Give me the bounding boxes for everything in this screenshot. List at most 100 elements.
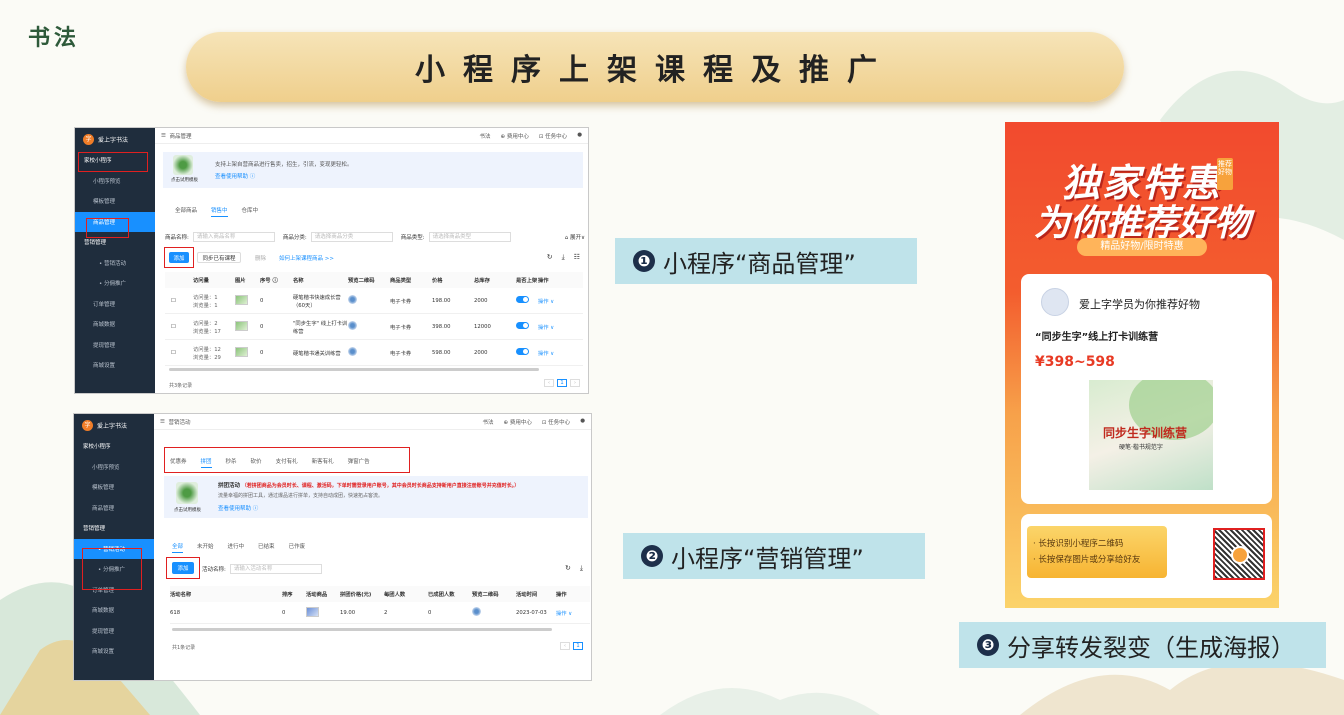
refresh-icon[interactable]: ↻	[565, 564, 571, 573]
tab-in-progress[interactable]: 进行中	[228, 542, 245, 553]
template-qr-image[interactable]	[176, 482, 198, 504]
filter-name-label: 商品名称:	[165, 235, 189, 241]
sidebar-item-mini-program[interactable]: 家校小程序	[74, 436, 154, 457]
sidebar-item-commission[interactable]: • 分佣推广	[75, 273, 155, 294]
tip-panel: 点击试用模板 拼团活动 （若拼团商品为会员时长、课程、激活码，下单时需登录用户账…	[164, 476, 588, 518]
template-caption: 点击试用模板	[171, 178, 198, 183]
top-link-tasks[interactable]: ⊡ 任务中心	[542, 418, 570, 426]
mini-program-qr-code[interactable]	[1213, 528, 1265, 580]
activity-name-input[interactable]: 请输入活动名称	[229, 564, 322, 574]
columns-icon[interactable]: ☷	[574, 253, 580, 262]
listing-toggle[interactable]	[516, 322, 529, 329]
sidebar-item-mall-settings[interactable]: 商城设置	[74, 641, 154, 662]
menu-toggle-icon[interactable]: ☰	[160, 419, 168, 425]
step-text-2: 小程序“营销管理”	[671, 544, 864, 573]
row-checkbox[interactable]: ☐	[165, 324, 193, 330]
top-link-billing[interactable]: ⊕ 费用中心	[500, 132, 528, 140]
table-scrollbar[interactable]	[169, 368, 539, 371]
filter-name-input[interactable]: 请输入商品名称	[192, 232, 275, 242]
template-qr-image[interactable]	[173, 155, 193, 175]
user-avatar	[1041, 288, 1069, 316]
total-records: 共1条记录	[172, 645, 196, 651]
qr-center-logo	[1231, 546, 1249, 564]
highlight-add-button	[164, 247, 194, 268]
preview-qr-icon[interactable]	[348, 321, 357, 330]
sidebar-item-orders[interactable]: 订单管理	[75, 294, 155, 315]
delete-button[interactable]: 删除	[255, 254, 266, 262]
tab-ended[interactable]: 已结束	[258, 542, 275, 553]
filter-type-label: 商品类型:	[400, 235, 425, 241]
listing-toggle[interactable]	[516, 296, 529, 303]
expand-toggle[interactable]: ⌂ 展开∨	[565, 233, 585, 241]
highlight-sidebar-products	[86, 218, 129, 238]
tab-on-sale[interactable]: 销售中	[211, 206, 228, 217]
row-checkbox[interactable]: ☐	[165, 298, 193, 304]
download-icon[interactable]: ⤓	[562, 253, 565, 262]
download-icon[interactable]: ⤓	[580, 564, 583, 573]
highlight-sidebar-marketing	[82, 548, 142, 590]
highlight-sidebar-mini-program	[78, 152, 148, 172]
prev-page-button[interactable]: ‹	[560, 642, 570, 650]
row-actions[interactable]: 操作 ∨	[538, 323, 568, 331]
row-actions[interactable]: 操作 ∨	[556, 609, 580, 617]
tab-all[interactable]: 全部	[172, 542, 184, 553]
step-text-1: 小程序“商品管理”	[663, 249, 856, 278]
activity-name-label: 活动名称:	[202, 567, 226, 573]
qr-instruction-1: · 长按识别小程序二维码	[1033, 539, 1124, 549]
preview-qr-icon[interactable]	[472, 607, 481, 616]
top-link-billing[interactable]: ⊕ 费用中心	[503, 418, 531, 426]
brand-name: 爱上字书法	[97, 422, 128, 430]
row-checkbox[interactable]: ☐	[165, 350, 193, 356]
poster-price: ¥398~598	[1035, 354, 1115, 370]
tip-text: 流量幸福的拼团工具，通过爆品进行拼单，支持自动成团，快速拓占客流。	[218, 493, 384, 499]
top-link-tasks[interactable]: ⊡ 任务中心	[539, 132, 567, 140]
sidebar-item-mall-data[interactable]: 商城数据	[74, 600, 154, 621]
pagination: ‹ 1 ›	[544, 379, 580, 387]
user-avatar-icon[interactable]: ●	[577, 132, 582, 140]
preview-qr-icon[interactable]	[348, 347, 357, 356]
how-to-list-link[interactable]: 如何上架课程商品 >>	[279, 254, 334, 262]
top-link-calligraphy[interactable]: 书法	[482, 418, 493, 426]
sidebar-item-products[interactable]: 商品管理	[74, 498, 154, 519]
poster-user-line: 爱上字学员为你推荐好物	[1079, 298, 1200, 311]
sidebar-item-preview[interactable]: 小程序预览	[74, 457, 154, 478]
filter-row: 商品名称: 请输入商品名称 商品分类: 请选择商品分类 商品类型: 请选择商品类…	[165, 232, 585, 242]
help-link[interactable]: 查看使用帮助 ⓘ	[218, 504, 258, 512]
sidebar-item-mall-settings[interactable]: 商城设置	[75, 355, 155, 376]
top-link-calligraphy[interactable]: 书法	[479, 132, 490, 140]
filter-category-select[interactable]: 请选择商品分类	[310, 232, 393, 242]
product-table: 访问量 图片 序号 ⓘ 名称 预览二维码 商品类型 价格 总库存 是否上架 操作…	[165, 272, 583, 366]
status-tabs: 全部商品 销售中 仓库中	[175, 206, 258, 217]
refresh-icon[interactable]: ↻	[547, 253, 553, 262]
sidebar-item-marketing-activities[interactable]: • 营销活动	[75, 253, 155, 274]
tab-all[interactable]: 全部商品	[175, 206, 197, 217]
sidebar-item-preview[interactable]: 小程序预览	[75, 171, 155, 192]
user-avatar-icon[interactable]: ●	[580, 418, 585, 426]
filter-category-label: 商品分类:	[282, 235, 307, 241]
page-number[interactable]: 1	[557, 379, 567, 387]
preview-qr-icon[interactable]	[348, 295, 357, 304]
sync-courses-button[interactable]: 同步已有课程	[197, 252, 241, 263]
table-scrollbar[interactable]	[172, 628, 552, 631]
row-actions[interactable]: 操作 ∨	[538, 349, 568, 357]
row-actions[interactable]: 操作 ∨	[538, 297, 568, 305]
sidebar-item-marketing[interactable]: 营销管理	[74, 518, 154, 539]
prev-page-button[interactable]: ‹	[544, 379, 554, 387]
share-poster: 独家特惠 推荐好物 为你推荐好物 精品好物/限时特惠 爱上字学员为你推荐好物 “…	[1005, 122, 1279, 608]
page-number[interactable]: 1	[573, 642, 583, 650]
listing-toggle[interactable]	[516, 348, 529, 355]
step-number-2: ❷	[641, 545, 663, 567]
poster-qr-card: · 长按识别小程序二维码 · 长按保存图片或分享给好友	[1021, 514, 1272, 598]
filter-type-select[interactable]: 请选择商品类型	[428, 232, 511, 242]
sidebar-item-mall-data[interactable]: 商城数据	[75, 314, 155, 335]
tab-not-started[interactable]: 未开始	[197, 542, 214, 553]
sidebar-item-templates[interactable]: 模板管理	[74, 477, 154, 498]
sidebar-item-templates[interactable]: 模板管理	[75, 191, 155, 212]
tab-void[interactable]: 已作废	[289, 542, 306, 553]
sidebar-item-withdraw[interactable]: 提现管理	[74, 621, 154, 642]
tab-warehouse[interactable]: 仓库中	[242, 206, 259, 217]
next-page-button[interactable]: ›	[570, 379, 580, 387]
sidebar-item-withdraw[interactable]: 提现管理	[75, 335, 155, 356]
menu-toggle-icon[interactable]: ☰	[161, 133, 169, 139]
help-link[interactable]: 查看使用帮助 ⓘ	[215, 172, 255, 180]
